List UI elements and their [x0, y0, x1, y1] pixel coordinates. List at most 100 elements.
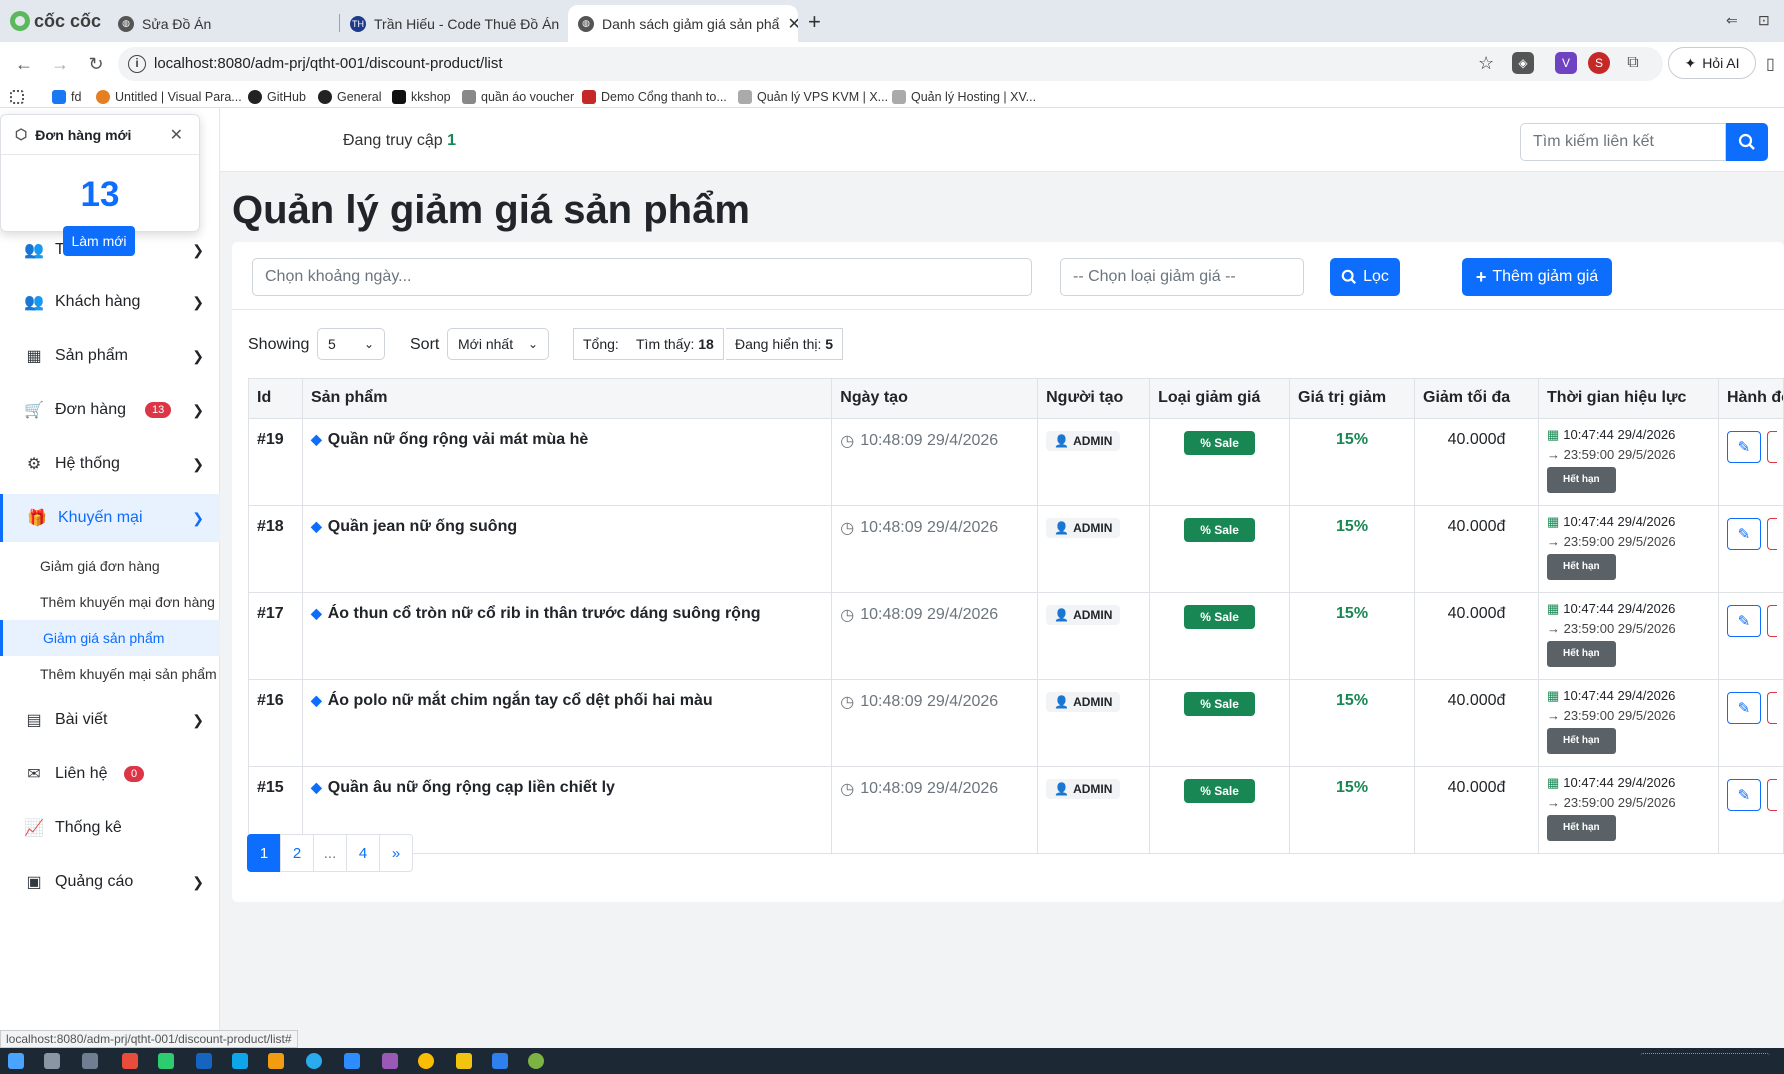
coccoc-taskbar-icon[interactable] [528, 1053, 544, 1069]
edit-button[interactable]: ✎ [1726, 692, 1761, 724]
bookmark-item[interactable]: kkshop [392, 88, 451, 106]
col-header[interactable]: Giảm tối đa [1414, 378, 1539, 419]
edit-button[interactable]: ✎ [1726, 518, 1761, 550]
page-size-select[interactable]: 5 ⌄ [317, 328, 385, 360]
delete-button[interactable] [1766, 518, 1777, 550]
file-explorer-icon[interactable] [456, 1053, 472, 1069]
sidebar-subitem-add-order-promo[interactable]: Thêm khuyến mại đơn hàng [0, 584, 220, 620]
sidebar-item-customers[interactable]: 👥 Khách hàng ❯ [0, 278, 220, 326]
date-range-input[interactable]: Chọn khoảng ngày... [252, 258, 1032, 296]
tab-code-thue[interactable]: TH Trần Hiếu - Code Thuê Đồ Án - J [340, 5, 562, 42]
system-tray[interactable] [1640, 1053, 1770, 1069]
bookmark-item[interactable]: Demo Cổng thanh to... [582, 88, 727, 106]
col-header[interactable]: Giá trị giảm [1289, 378, 1416, 419]
gears-icon: ⚙ [26, 456, 42, 473]
bookmark-item[interactable]: fd [52, 88, 81, 106]
delete-button[interactable] [1766, 779, 1777, 811]
link-search-input[interactable]: Tìm kiếm liên kết [1520, 123, 1726, 161]
delete-button[interactable] [1766, 431, 1777, 463]
taskbar-app-icon[interactable] [82, 1053, 98, 1069]
sidebar-item-promotions[interactable]: 🎁 Khuyến mại ❯ [0, 494, 220, 542]
screenshot-icon[interactable]: ⊡ [1758, 12, 1770, 29]
reload-icon[interactable]: ↻ [84, 52, 108, 76]
product-name: Quần âu nữ ống rộng cạp liền chiết ly [327, 779, 615, 796]
browser-logo[interactable]: cốc cốc [10, 9, 101, 33]
sidebar-toggle-icon[interactable]: ▯ [1766, 54, 1775, 74]
sidebar-subitem-order-discount[interactable]: Giảm giá đơn hàng [0, 548, 220, 584]
sidebar-item-statistics[interactable]: 📈 Thống kê [0, 804, 220, 852]
sidebar-item-posts[interactable]: ▤ Bài viết ❯ [0, 696, 220, 744]
shield-extension-icon[interactable]: ◈ [1512, 52, 1534, 74]
sidebar-item-ads[interactable]: ▣ Quảng cáo ❯ [0, 858, 220, 906]
col-header[interactable]: Ngày tạo [831, 378, 1039, 419]
address-bar[interactable]: i localhost:8080/adm-prj/qtht-001/discou… [118, 47, 1663, 81]
edit-button[interactable]: ✎ [1726, 779, 1761, 811]
bookmark-item[interactable]: Untitled | Visual Para... [96, 88, 242, 106]
filter-button[interactable]: Lọc [1330, 258, 1400, 296]
bookmark-item[interactable]: Quản lý VPS KVM | X... [738, 88, 888, 106]
close-icon[interactable]: ✕ [170, 125, 183, 145]
bookmark-star-icon[interactable]: ☆ [1478, 53, 1494, 74]
browser-logo-text: cốc cốc [34, 10, 102, 31]
bookmark-item[interactable]: Quản lý Hosting | XV... [892, 88, 1036, 106]
sidebar-item-system[interactable]: ⚙ Hệ thống ❯ [0, 440, 220, 488]
sidebar-subitem-add-product-promo[interactable]: Thêm khuyến mại sản phẩm [0, 656, 220, 692]
search-button[interactable] [1726, 123, 1768, 161]
taskbar-app-icon[interactable] [158, 1053, 174, 1069]
delete-button[interactable] [1766, 605, 1777, 637]
col-header[interactable]: Sản phẩm [301, 378, 833, 419]
bookmark-label: General [337, 90, 382, 104]
close-tab-icon[interactable]: ✕ [787, 14, 798, 34]
apps-grid-icon[interactable] [10, 88, 24, 106]
telegram-icon[interactable] [306, 1053, 322, 1069]
site-info-icon[interactable]: i [128, 55, 146, 73]
cell-max: 40.000đ [1414, 679, 1539, 767]
col-header[interactable]: Id [248, 378, 303, 419]
taskbar-app-icon[interactable] [122, 1053, 138, 1069]
sidebar-item-products[interactable]: ▦ Sản phẩm ❯ [0, 332, 220, 380]
windows-start-icon[interactable] [8, 1053, 24, 1069]
page-link-2[interactable]: 2 [280, 834, 314, 872]
vscode-icon[interactable] [492, 1053, 508, 1069]
s-extension-icon[interactable]: S [1588, 52, 1610, 74]
page-link-4[interactable]: 4 [346, 834, 380, 872]
page-next[interactable]: » [379, 834, 413, 872]
add-discount-button[interactable]: + Thêm giảm giá [1462, 258, 1612, 296]
refresh-button[interactable]: Làm mới [63, 226, 135, 256]
taskbar-app-icon[interactable] [196, 1053, 212, 1069]
sidebar-item-orders[interactable]: 🛒 Đơn hàng 13 ❯ [0, 386, 220, 434]
task-view-icon[interactable] [44, 1053, 60, 1069]
extensions-puzzle-icon[interactable]: ⧉ [1622, 52, 1644, 74]
taskbar-app-icon[interactable] [232, 1053, 248, 1069]
forward-icon[interactable]: → [48, 52, 72, 76]
col-header[interactable]: Thời gian hiệu lực [1537, 378, 1719, 419]
tab-discount-list[interactable]: ◍ Danh sách giảm giá sản phẩ ✕ [568, 5, 798, 42]
discount-type-select[interactable]: -- Chọn loại giảm giá -- [1060, 258, 1304, 296]
v-extension-icon[interactable]: V [1555, 52, 1577, 74]
chrome-icon[interactable] [418, 1053, 434, 1069]
zoom-icon[interactable] [344, 1053, 360, 1069]
bookmark-item[interactable]: GitHub [248, 88, 306, 106]
sort-select[interactable]: Mới nhất ⌄ [447, 328, 549, 360]
bookmark-item[interactable]: General [318, 88, 381, 106]
tab-sua-do-an[interactable]: ◍ Sửa Đồ Án [108, 5, 338, 42]
new-tab-button[interactable]: + [808, 9, 821, 35]
edit-button[interactable]: ✎ [1726, 431, 1761, 463]
sidebar-subitem-product-discount[interactable]: Giảm giá sản phẩm [0, 620, 220, 656]
bookmark-item[interactable]: quần áo voucher [462, 88, 574, 106]
ask-ai-button[interactable]: ✦ Hỏi AI [1668, 47, 1756, 79]
sidebar-item-contact[interactable]: ✉ Liên hệ 0 [0, 750, 220, 798]
page-link-1[interactable]: 1 [247, 834, 281, 872]
taskbar-app-icon[interactable] [268, 1053, 284, 1069]
address-url[interactable]: localhost:8080/adm-prj/qtht-001/discount… [154, 55, 503, 72]
tag-icon: ◆ [310, 692, 322, 708]
bookmark-label: Demo Cổng thanh to... [601, 90, 727, 104]
tab-search-icon[interactable]: ⇐ [1726, 12, 1738, 29]
col-header[interactable]: Loại giảm giá [1149, 378, 1291, 419]
discount-value: 15% [1336, 692, 1369, 709]
col-header[interactable]: Người tạo [1037, 378, 1151, 419]
taskbar-app-icon[interactable] [382, 1053, 398, 1069]
back-icon[interactable]: ← [12, 52, 36, 76]
edit-button[interactable]: ✎ [1726, 605, 1761, 637]
delete-button[interactable] [1766, 692, 1777, 724]
